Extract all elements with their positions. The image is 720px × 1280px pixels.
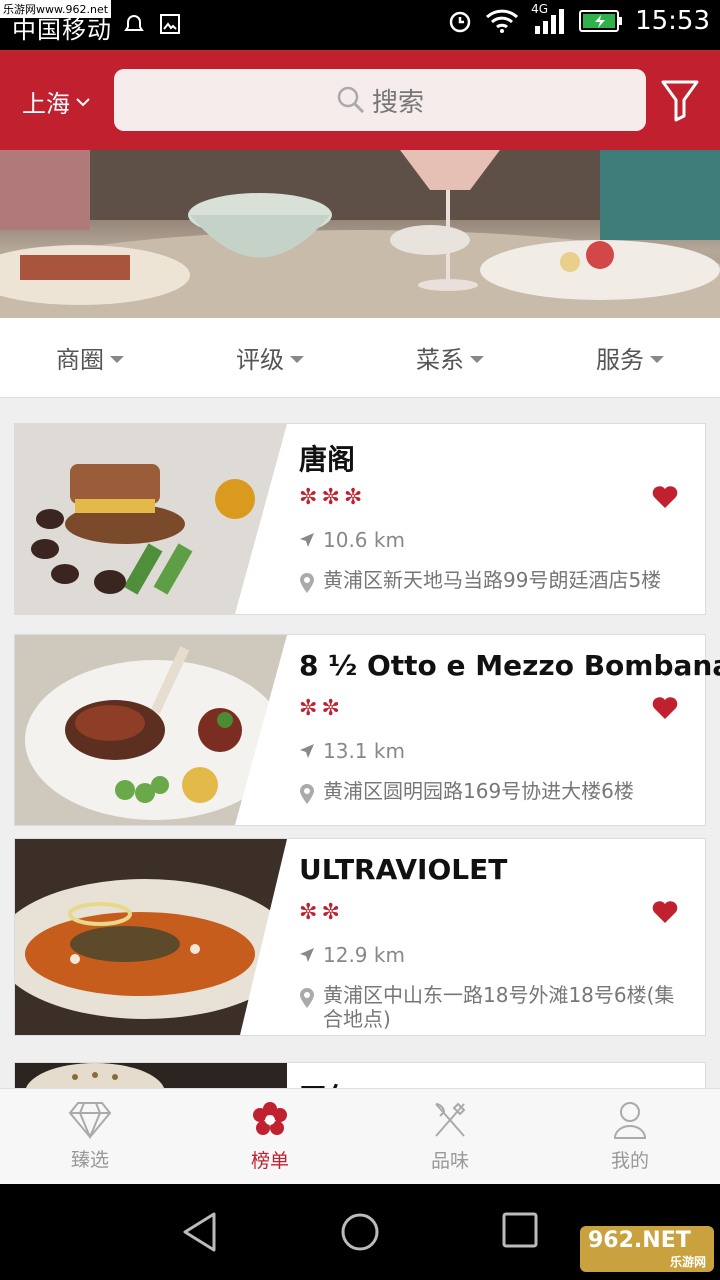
city-label: 上海 [22, 90, 70, 118]
search-input[interactable]: 搜索 [114, 69, 646, 131]
tab-district-label: 商圈 [56, 346, 104, 374]
caret-down-icon [290, 356, 304, 363]
restaurant-name: 8 ½ Otto e Mezzo Bombana [299, 649, 720, 682]
favorite-heart-icon[interactable] [651, 899, 679, 925]
michelin-stars: ✼ ✼ [299, 697, 340, 721]
chevron-down-icon [76, 97, 90, 106]
clock-label: 15:53 [635, 6, 710, 36]
favorite-heart-icon[interactable] [651, 695, 679, 721]
image-icon [160, 14, 180, 34]
nav-item-mine[interactable]: 我的 [540, 1089, 720, 1184]
restaurant-photo [15, 424, 287, 614]
tab-service-label: 服务 [596, 346, 644, 374]
restaurant-name: ULTRAVIOLET [299, 853, 508, 886]
michelin-star-icon: ✼ [343, 485, 363, 510]
michelin-star-icon: ✼ [299, 696, 318, 721]
restaurant-list[interactable]: 唐阁 ✼ ✼ ✼ 10.6 km 黄浦区新天地马当路99号朗廷酒店5楼 8 ½ … [0, 398, 720, 1088]
tab-rating-label: 评级 [236, 346, 284, 374]
michelin-star-icon: ✼ [321, 485, 340, 510]
distance-label: 13.1 km [323, 739, 405, 763]
search-placeholder: 搜索 [371, 87, 424, 118]
distance-label: 12.9 km [323, 943, 405, 967]
map-pin-icon [300, 784, 314, 804]
tab-cuisine[interactable]: 菜系 [360, 318, 540, 397]
search-icon [337, 86, 365, 114]
city-selector[interactable]: 上海 [22, 84, 90, 119]
tab-district[interactable]: 商圈 [0, 318, 180, 397]
notification-icon [124, 15, 144, 31]
map-pin-icon [300, 988, 314, 1008]
michelin-stars: ✼ ✼ ✼ [299, 486, 362, 510]
restaurant-photo [15, 635, 287, 825]
filter-icon[interactable] [660, 78, 700, 122]
nav-item-selection[interactable]: 臻选 [0, 1089, 180, 1184]
recents-icon[interactable] [502, 1212, 538, 1248]
michelin-star-icon: ✼ [321, 696, 340, 721]
location-arrow-icon [300, 948, 314, 962]
banner-photo [0, 150, 720, 318]
nav-label: 品味 [430, 1150, 469, 1172]
caret-down-icon [110, 356, 124, 363]
restaurant-card[interactable]: 唐阁 ✼ ✼ ✼ 10.6 km 黄浦区新天地马当路99号朗廷酒店5楼 [14, 423, 706, 615]
address-label: 黄浦区新天地马当路99号朗廷酒店5楼 [323, 568, 662, 592]
tab-rating[interactable]: 评级 [180, 318, 360, 397]
nav-label: 臻选 [70, 1149, 109, 1171]
person-icon [613, 1102, 647, 1139]
watermark-top-text: 962.NET [588, 1228, 691, 1253]
favorite-heart-icon[interactable] [651, 484, 679, 510]
site-watermark-logo: 962.NET 乐游网 [580, 1226, 714, 1272]
app-header: 上海 搜索 [0, 50, 720, 150]
michelin-star-icon: ✼ [299, 900, 318, 925]
tab-cuisine-label: 菜系 [416, 346, 464, 374]
home-icon[interactable] [340, 1212, 380, 1252]
watermark-label: 乐游网www.962.net [0, 0, 112, 18]
caret-down-icon [650, 356, 664, 363]
network-type-label: 4G [531, 2, 548, 16]
michelin-star-icon: ✼ [299, 485, 318, 510]
nav-label: 我的 [610, 1150, 649, 1172]
wifi-icon [486, 9, 519, 33]
watermark-bottom-text: 乐游网 [669, 1255, 706, 1269]
restaurant-photo [15, 1063, 287, 1088]
address-label: 黄浦区中山东一路18号外滩18号6楼(集合地点) [323, 983, 675, 1031]
michelin-star-icon: ✼ [321, 900, 340, 925]
restaurant-card[interactable]: 8 ½ Otto e Mezzo Bombana ✼ ✼ 13.1 km 黄浦区… [14, 634, 720, 826]
caret-down-icon [470, 356, 484, 363]
restaurant-card[interactable]: ULTRAVIOLET ✼ ✼ 12.9 km 黄浦区中山东一路18号外滩18号… [14, 838, 706, 1036]
map-pin-icon [300, 573, 314, 593]
filter-tabs: 商圈 评级 菜系 服务 [0, 318, 720, 398]
address-label: 黄浦区圆明园路169号协进大楼6楼 [323, 779, 634, 803]
tab-service[interactable]: 服务 [540, 318, 720, 397]
distance-label: 10.6 km [323, 528, 405, 552]
status-bar: 中国移动 4G 15:53 乐游网www.962.net [0, 0, 720, 50]
restaurant-photo [15, 839, 287, 1035]
system-navigation-bar: 962.NET 乐游网 [0, 1184, 720, 1280]
battery-icon [579, 10, 623, 32]
michelin-stars: ✼ ✼ [299, 901, 340, 925]
restaurant-card[interactable]: 天甸 [14, 1062, 706, 1088]
restaurant-name: 天甸 [299, 1077, 355, 1088]
nav-label: 榜单 [250, 1150, 289, 1172]
back-icon[interactable] [182, 1212, 218, 1252]
restaurant-name: 唐阁 [299, 443, 356, 476]
location-arrow-icon [300, 744, 314, 758]
fork-knife-icon [435, 1102, 466, 1137]
alarm-icon [449, 11, 471, 33]
michelin-icon [253, 1102, 287, 1135]
location-arrow-icon [300, 533, 314, 547]
nav-item-taste[interactable]: 品味 [360, 1089, 540, 1184]
bottom-navigation: 臻选 榜单 品味 我的 [0, 1088, 720, 1184]
banner-image[interactable] [0, 150, 720, 318]
diamond-icon [68, 1102, 112, 1139]
nav-item-ranking[interactable]: 榜单 [180, 1089, 360, 1184]
